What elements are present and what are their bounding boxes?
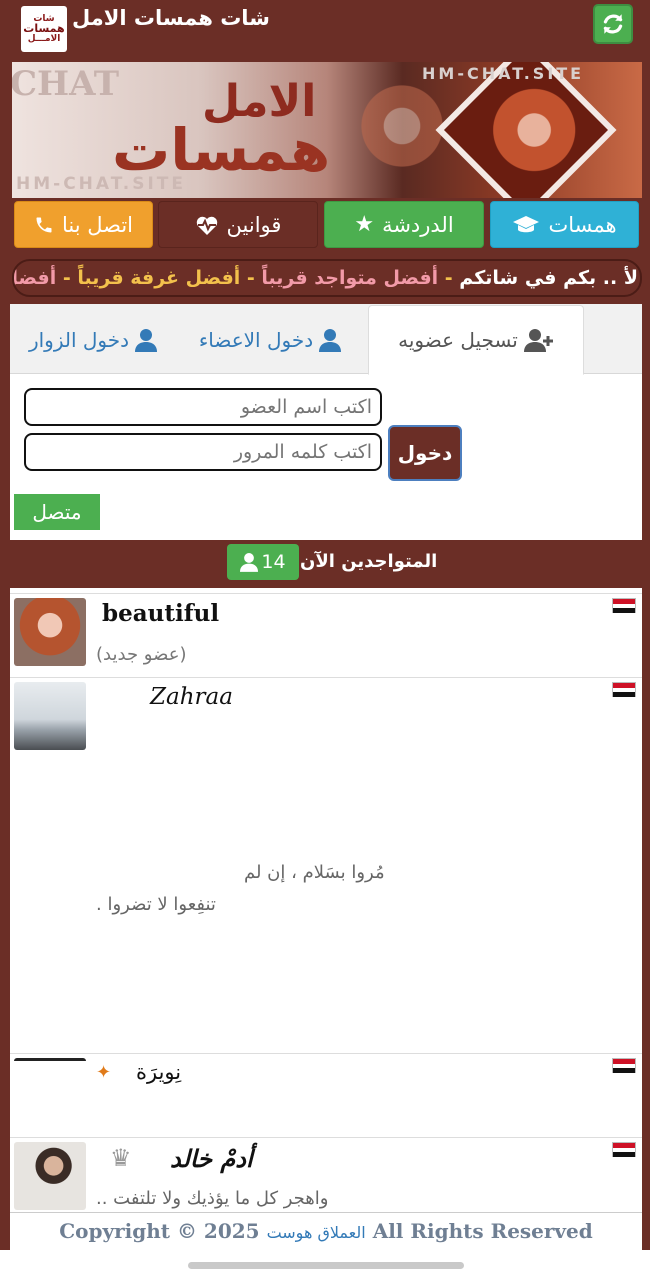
chat-label: الدردشة xyxy=(382,212,454,237)
online-users-header: 14 المتواجدين الآن xyxy=(10,540,642,588)
user-row[interactable]: beautiful (عضو جديد) xyxy=(10,593,642,677)
marquee-part3: أفضل غرفة قريباً xyxy=(77,267,241,289)
star-icon: ★ xyxy=(354,212,375,237)
user-row[interactable]: ♛ أدمْ خالد .. واهجر كل ما يؤذيك ولا تلت… xyxy=(10,1137,642,1213)
footer: Copyright © 2025 العملاق هوست All Rights… xyxy=(10,1212,642,1250)
rules-button[interactable]: قوانين xyxy=(158,201,318,248)
login-tabs: تسجيل عضويه دخول الاعضاء دخول الزوار xyxy=(10,304,642,375)
user-row[interactable]: ✦ نِويرَة xyxy=(10,1053,642,1137)
tab-members[interactable]: دخول الاعضاء xyxy=(182,306,358,374)
user-plus-icon xyxy=(523,329,553,352)
iraq-flag-icon xyxy=(612,598,636,613)
online-count: 14 xyxy=(261,551,286,573)
phone-icon xyxy=(36,217,52,232)
user-icon xyxy=(135,329,158,352)
user-icon xyxy=(240,553,259,572)
crown-icon: ♛ xyxy=(110,1144,132,1172)
tab-guests[interactable]: دخول الزوار xyxy=(18,306,168,374)
tab-guests-label: دخول الزوار xyxy=(28,328,130,352)
whispers-label: همسات xyxy=(548,212,617,237)
user-bio-line2: . تنفِعوا لا تضروا xyxy=(96,894,216,915)
avatar xyxy=(14,1142,86,1210)
contact-label: اتصل بنا xyxy=(61,212,134,237)
user-row[interactable]: Zahraa مُروا بسَلام ، إن لم . تنفِعوا لا… xyxy=(10,677,642,1053)
iraq-flag-icon xyxy=(612,1142,636,1157)
user-bio-line1: مُروا بسَلام ، إن لم xyxy=(244,862,385,883)
user-icon xyxy=(319,329,342,352)
online-status-button[interactable]: متصل xyxy=(14,494,100,530)
online-title: المتواجدين الآن xyxy=(300,551,438,572)
marquee-part4: أفضل xyxy=(14,267,57,289)
user-status: (عضو جديد) xyxy=(96,644,187,665)
emoji-icon: ✦ xyxy=(96,1062,112,1083)
footer-brand-link[interactable]: العملاق هوست xyxy=(267,1223,366,1242)
app-title: شات همسات الامل xyxy=(72,6,270,30)
iraq-flag-icon xyxy=(612,682,636,697)
site-banner: CHAT HM-CHAT.SITE الامل همسات HM-CHAT.SI… xyxy=(12,62,642,198)
main-panel: تسجيل عضويه دخول الاعضاء دخول الزوار دخو… xyxy=(10,304,642,1250)
heartbeat-icon xyxy=(196,216,217,235)
password-input[interactable] xyxy=(24,433,382,471)
banner-chat-text: CHAT xyxy=(12,64,120,104)
banner-site-top: HM-CHAT.SITE xyxy=(422,64,585,83)
home-indicator[interactable] xyxy=(188,1262,464,1269)
tab-members-label: دخول الاعضاء xyxy=(198,328,314,352)
user-bio: .. واهجر كل ما يؤذيك ولا تلتفت xyxy=(96,1188,329,1209)
refresh-button[interactable] xyxy=(593,4,633,44)
graduation-cap-icon xyxy=(513,215,540,232)
user-name: نِويرَة xyxy=(136,1060,182,1084)
refresh-icon xyxy=(603,14,623,34)
user-name: Zahraa xyxy=(150,684,233,710)
user-name: beautiful xyxy=(102,600,220,627)
avatar xyxy=(14,1058,86,1126)
marquee-part2: أفضل متواجد قريباً xyxy=(261,267,439,289)
marquee-part1: لأ .. بكم في شاتكم xyxy=(459,267,638,289)
top-bar: شات همسات الامـــل شات همسات الامل xyxy=(0,0,650,56)
app-logo: شات همسات الامـــل xyxy=(21,6,67,52)
chat-button[interactable]: ★ الدردشة xyxy=(324,201,484,248)
avatar xyxy=(14,682,86,750)
footer-copyright: Copyright © 2025 xyxy=(59,1219,260,1243)
online-count-badge: 14 xyxy=(227,544,299,580)
avatar xyxy=(14,598,86,666)
username-input[interactable] xyxy=(24,388,382,426)
tab-register-label: تسجيل عضويه xyxy=(398,328,518,352)
contact-button[interactable]: اتصل بنا xyxy=(14,201,153,248)
user-name: أدمْ خالد xyxy=(170,1144,253,1173)
footer-rights: All Rights Reserved xyxy=(372,1219,593,1243)
tab-register[interactable]: تسجيل عضويه xyxy=(368,305,584,375)
iraq-flag-icon xyxy=(612,1058,636,1073)
login-button[interactable]: دخول xyxy=(388,425,462,481)
news-marquee: لأ .. بكم في شاتكم - أفضل متواجد قريباً … xyxy=(12,259,642,297)
banner-site-bottom: HM-CHAT.SITE xyxy=(16,174,186,194)
whispers-button[interactable]: همسات xyxy=(490,201,639,248)
rules-label: قوانين xyxy=(226,212,282,237)
nav-buttons: اتصل بنا قوانين ★ الدردشة همسات xyxy=(12,200,642,250)
